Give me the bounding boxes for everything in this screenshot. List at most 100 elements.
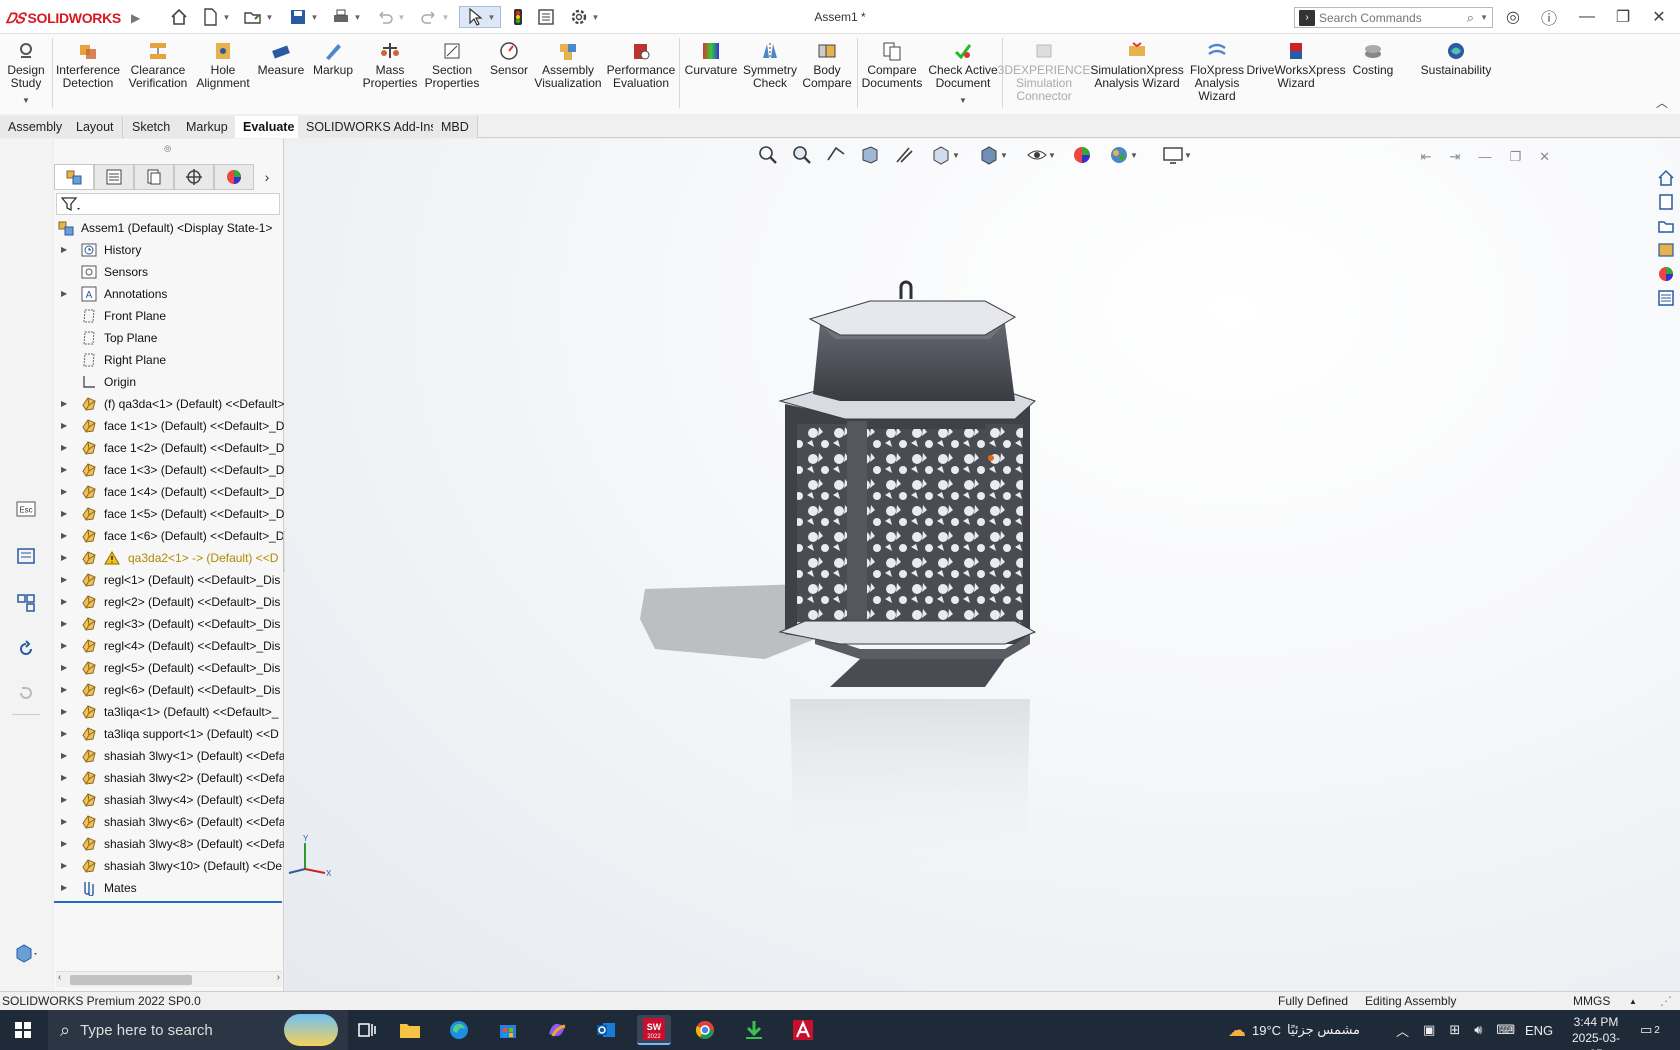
display-pane-button[interactable] xyxy=(12,939,40,967)
outlook-app[interactable] xyxy=(589,1015,623,1045)
tree-item[interactable]: ▶ ta3liqa<1> (Default) <<Default>_ xyxy=(54,701,284,723)
tree-item[interactable]: ▶ Mates xyxy=(54,877,284,899)
dropdown-arrow-icon[interactable]: ▼ xyxy=(266,13,274,22)
tree-item[interactable]: ▶ regl<5> (Default) <<Default>_Dis xyxy=(54,657,284,679)
clearance-verification-button[interactable]: Clearance Verification xyxy=(124,40,192,90)
undo-side-button[interactable] xyxy=(12,679,40,707)
expand-arrow-icon[interactable]: ▶ xyxy=(61,547,69,569)
hole-alignment-button[interactable]: Hole Alignment xyxy=(194,40,252,90)
tree-item[interactable]: ▶ regl<3> (Default) <<Default>_Dis xyxy=(54,613,284,635)
restore-button[interactable]: ❐ xyxy=(1609,6,1637,28)
tree-item[interactable]: ▶ shasiah 3lwy<2> (Default) <<Defa xyxy=(54,767,284,789)
tree-item[interactable]: ▶ regl<2> (Default) <<Default>_Dis xyxy=(54,591,284,613)
tree-item[interactable]: ▶ shasiah 3lwy<8> (Default) <<Defa xyxy=(54,833,284,855)
help-button[interactable]: ⓘ xyxy=(1535,6,1563,28)
interference-detection-button[interactable]: Interference Detection xyxy=(54,40,122,90)
sustainability-button[interactable]: Sustainability xyxy=(1414,40,1498,77)
expand-arrow-icon[interactable]: ▶ xyxy=(61,569,69,591)
tree-item[interactable]: ▶ face 1<4> (Default) <<Default>_D xyxy=(54,481,284,503)
home-button[interactable] xyxy=(168,6,190,28)
device-icon[interactable]: ▣ xyxy=(1423,1022,1435,1038)
minimize-button[interactable]: — xyxy=(1573,6,1601,28)
tabs-next-button[interactable]: › xyxy=(254,164,280,190)
tree-item[interactable]: ▶ ta3liqa support<1> (Default) <<D xyxy=(54,723,284,745)
print-button[interactable]: ▼ xyxy=(328,6,364,28)
design-study-button[interactable]: Design Study ▼ xyxy=(4,40,48,107)
expand-arrow-icon[interactable]: ▶ xyxy=(61,239,69,261)
lantern-model[interactable] xyxy=(778,280,1037,687)
dropdown-arrow-icon[interactable]: ▼ xyxy=(223,13,231,22)
tab-layout[interactable]: Layout xyxy=(68,116,123,138)
tree-item[interactable]: ▶ A Annotations xyxy=(54,283,284,305)
simulation-connector-button[interactable]: 3DEXPERIENCE Simulation Connector xyxy=(998,40,1090,103)
section-properties-button[interactable]: Section Properties xyxy=(422,40,482,90)
notifications-button[interactable]: ▭ 2 xyxy=(1640,1010,1660,1050)
tree-item[interactable]: ▶ (f) qa3da<1> (Default) <<Default> xyxy=(54,393,284,415)
tree-item[interactable]: ▶ face 1<5> (Default) <<Default>_D xyxy=(54,503,284,525)
open-button[interactable]: ▼ xyxy=(240,6,276,28)
expand-arrow-icon[interactable]: ▶ xyxy=(61,525,69,547)
expand-arrow-icon[interactable]: ▶ xyxy=(61,503,69,525)
tab-display-manager[interactable] xyxy=(214,164,254,190)
solidworks-app[interactable]: SW 2022 xyxy=(637,1015,671,1045)
curvature-button[interactable]: Curvature xyxy=(683,40,739,77)
store-app[interactable] xyxy=(491,1015,525,1045)
tree-item[interactable]: ▶ regl<1> (Default) <<Default>_Dis xyxy=(54,569,284,591)
dropdown-arrow-icon[interactable]: ▼ xyxy=(488,13,496,22)
graphics-area[interactable]: ▼ ▼ ▼ ▼ ▼ ⇤ ⇥ — ❐ ✕ Y X xyxy=(285,139,1680,991)
copilot-app[interactable] xyxy=(540,1015,574,1045)
dropdown-arrow-icon[interactable]: ▼ xyxy=(311,13,319,22)
mouse-gestures-button[interactable] xyxy=(12,589,40,617)
redo-last-command-button[interactable] xyxy=(12,635,40,663)
expand-arrow-icon[interactable]: ▶ xyxy=(61,657,69,679)
tree-item[interactable]: ▶ face 1<3> (Default) <<Default>_D xyxy=(54,459,284,481)
autocad-app[interactable] xyxy=(786,1015,820,1045)
dropdown-arrow-icon[interactable]: ▼ xyxy=(592,13,600,22)
symmetry-check-button[interactable]: Symmetry Check xyxy=(742,40,798,90)
collapse-ribbon-icon[interactable]: ︿ xyxy=(1656,94,1668,111)
tree-item[interactable]: ▶ regl<6> (Default) <<Default>_Dis xyxy=(54,679,284,701)
tab-mbd[interactable]: MBD xyxy=(433,116,478,138)
keyboard-shortcut-button[interactable] xyxy=(12,542,40,570)
tree-item[interactable]: Front Plane xyxy=(54,305,284,327)
taskbar-search-box[interactable]: ⌕ Type here to search xyxy=(48,1010,348,1050)
simulationxpress-button[interactable]: SimulationXpress Analysis Wizard xyxy=(1090,40,1184,90)
tree-item[interactable]: ▶ shasiah 3lwy<1> (Default) <<Defa xyxy=(54,745,284,767)
dropdown-arrow-icon[interactable]: ▼ xyxy=(22,94,30,107)
tree-item[interactable]: Sensors xyxy=(54,261,284,283)
expand-arrow-icon[interactable]: ▶ xyxy=(61,811,69,833)
tree-horizontal-scrollbar[interactable]: ‹ › xyxy=(56,971,282,987)
tree-item[interactable]: Right Plane xyxy=(54,349,284,371)
expand-arrow-icon[interactable]: ▶ xyxy=(61,591,69,613)
expand-arrow-icon[interactable]: ▶ xyxy=(61,701,69,723)
keyboard-icon[interactable]: ⌨ xyxy=(1496,1022,1515,1038)
expand-arrow-icon[interactable]: ▶ xyxy=(61,635,69,657)
tree-item[interactable]: ▶ face 1<6> (Default) <<Default>_D xyxy=(54,525,284,547)
check-active-document-button[interactable]: Check Active Document ▼ xyxy=(928,40,998,107)
close-button[interactable]: ✕ xyxy=(1645,6,1673,28)
expand-arrow-icon[interactable]: ▶ xyxy=(61,679,69,701)
expand-arrow-icon[interactable]: ▶ xyxy=(61,393,69,415)
search-icon[interactable]: ⌕ xyxy=(1467,10,1474,26)
units-selector[interactable]: MMGS xyxy=(1573,992,1610,1011)
undo-button[interactable]: ▼ xyxy=(372,6,408,28)
expand-arrow-icon[interactable]: ▶ xyxy=(61,789,69,811)
body-compare-button[interactable]: Body Compare xyxy=(800,40,854,90)
expand-arrow-icon[interactable]: ▶ xyxy=(61,459,69,481)
tab-sketch[interactable]: Sketch xyxy=(124,116,180,138)
save-button[interactable]: ▼ xyxy=(285,6,321,28)
floxpress-button[interactable]: FloXpress Analysis Wizard xyxy=(1186,40,1248,103)
task-view-button[interactable] xyxy=(350,1015,384,1045)
tab-property-manager[interactable] xyxy=(94,164,134,190)
tab-configuration-manager[interactable] xyxy=(134,164,174,190)
panel-grip-icon[interactable]: ⦾ xyxy=(164,144,171,155)
tree-item[interactable]: ▶ regl<4> (Default) <<Default>_Dis xyxy=(54,635,284,657)
costing-button[interactable]: Costing xyxy=(1348,40,1398,77)
chevron-right-icon[interactable]: ▶ xyxy=(131,11,140,25)
tree-item[interactable]: ▶ face 1<2> (Default) <<Default>_D xyxy=(54,437,284,459)
assembly-visualization-button[interactable]: Assembly Visualization xyxy=(532,40,604,90)
mass-properties-button[interactable]: Mass Properties xyxy=(360,40,420,90)
edge-app[interactable] xyxy=(442,1015,476,1045)
tab-feature-tree[interactable] xyxy=(54,164,94,190)
tree-item[interactable]: ▶ shasiah 3lwy<10> (Default) <<De xyxy=(54,855,284,877)
